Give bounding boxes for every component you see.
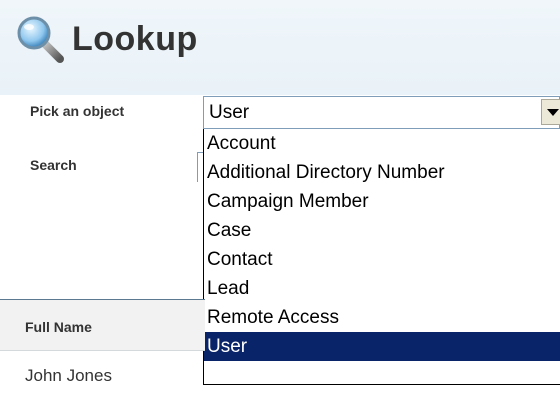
search-label: Search: [30, 157, 77, 173]
option-remote-access[interactable]: Remote Access: [204, 303, 560, 332]
dropdown-button[interactable]: [541, 99, 560, 125]
object-select[interactable]: User: [203, 96, 560, 129]
object-select-value: User: [209, 102, 250, 123]
table-cell-full-name[interactable]: John Jones: [25, 366, 112, 386]
pick-object-label: Pick an object: [30, 103, 125, 119]
option-user[interactable]: User: [204, 332, 560, 361]
magnifier-icon: [14, 13, 66, 65]
chevron-down-icon: [547, 109, 559, 116]
page-title: Lookup: [72, 19, 198, 58]
results-header-row: Full Name: [0, 300, 205, 351]
option-contact[interactable]: Contact: [204, 245, 560, 274]
option-additional-directory-number[interactable]: Additional Directory Number: [204, 158, 560, 187]
option-campaign-member[interactable]: Campaign Member: [204, 187, 560, 216]
object-dropdown-list: Account Additional Directory Number Camp…: [203, 129, 560, 385]
column-header-full-name[interactable]: Full Name: [25, 319, 92, 335]
option-case[interactable]: Case: [204, 216, 560, 245]
option-account[interactable]: Account: [204, 129, 560, 158]
title-row: Lookup: [14, 14, 198, 64]
option-lead[interactable]: Lead: [204, 274, 560, 303]
